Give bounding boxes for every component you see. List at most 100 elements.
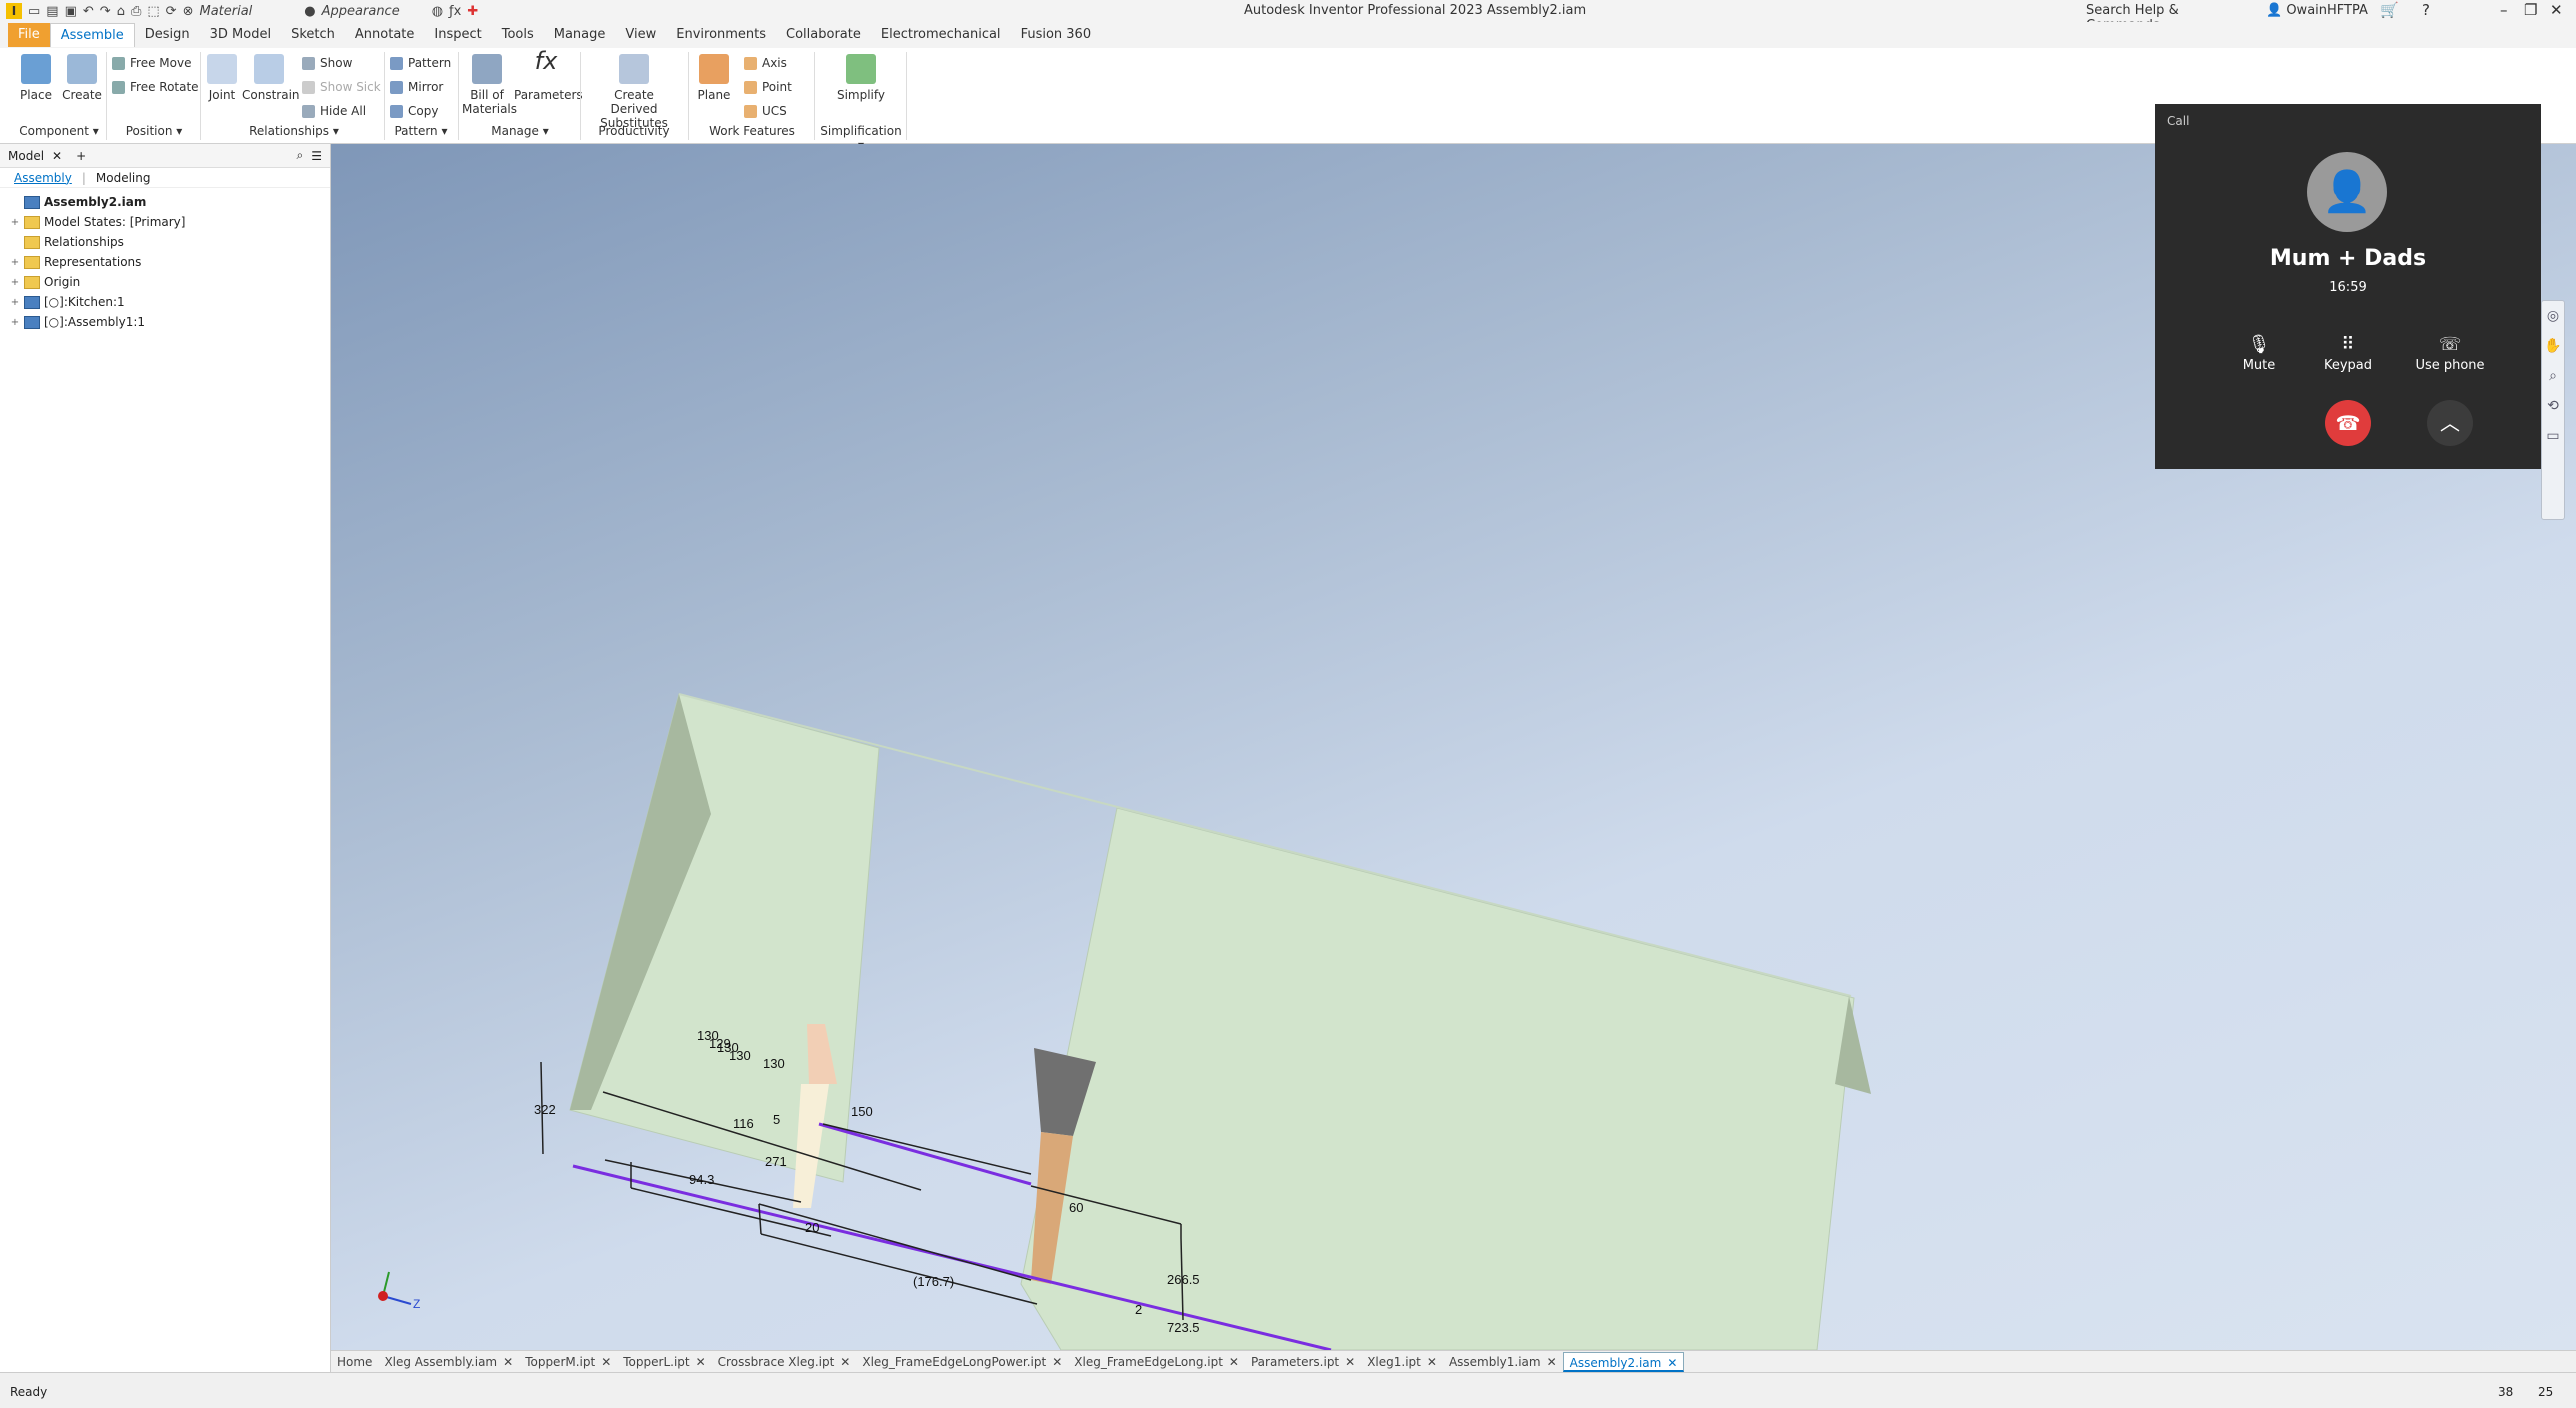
tree-root[interactable]: Assembly2.iam <box>0 192 330 212</box>
save-icon[interactable]: ▣ <box>65 4 77 19</box>
fx-icon[interactable]: ƒx <box>449 4 461 19</box>
doc-tab[interactable]: Xleg Assembly.iam ✕ <box>378 1352 519 1372</box>
hide-all-button[interactable]: Hide All <box>302 104 366 118</box>
mute-button[interactable]: 🎙 Mute <box>2219 334 2299 373</box>
tab-tools[interactable]: Tools <box>492 23 544 47</box>
cart-icon[interactable]: 🛒 <box>2380 1 2399 19</box>
group-relationships[interactable]: Relationships ▾ <box>206 124 382 138</box>
copy-button[interactable]: Copy <box>390 104 438 118</box>
tree-node[interactable]: + [○]:Assembly1:1 <box>0 312 330 332</box>
tab-file[interactable]: File <box>8 23 50 47</box>
close-tab-icon[interactable]: ✕ <box>1667 1353 1677 1370</box>
close-tab-icon[interactable]: ✕ <box>601 1352 611 1372</box>
subtab-assembly[interactable]: Assembly <box>14 171 72 185</box>
redo-icon[interactable]: ↷ <box>100 4 111 19</box>
close-browser-tab-icon[interactable]: ✕ <box>52 149 62 163</box>
point-button[interactable]: Point <box>744 80 792 94</box>
subtab-modeling[interactable]: Modeling <box>96 171 151 185</box>
open-icon[interactable]: ▤ <box>46 4 58 19</box>
doc-tab[interactable]: Assembly2.iam ✕ <box>1562 1351 1685 1372</box>
place-button[interactable]: Place <box>14 54 58 102</box>
show-button[interactable]: Show <box>302 56 352 70</box>
close-tab-icon[interactable]: ✕ <box>696 1352 706 1372</box>
browser-menu-icon[interactable]: ☰ <box>311 149 322 163</box>
expand-icon[interactable]: + <box>10 317 20 328</box>
tab-3d-model[interactable]: 3D Model <box>200 23 281 47</box>
doc-tab-home[interactable]: Home <box>331 1352 378 1372</box>
tab-design[interactable]: Design <box>135 23 200 47</box>
pattern-button[interactable]: Pattern <box>390 56 451 70</box>
orbit-icon[interactable]: ⟲ <box>2542 391 2564 421</box>
zoom-icon[interactable]: ⌕ <box>2542 361 2564 391</box>
look-at-icon[interactable]: ▭ <box>2542 421 2564 451</box>
home-icon[interactable]: ⌂ <box>117 4 125 19</box>
parameters-button[interactable]: fx Parameters <box>514 49 583 102</box>
expand-icon[interactable]: + <box>10 257 20 268</box>
close-tab-icon[interactable]: ✕ <box>503 1352 513 1372</box>
update-icon[interactable]: ⟳ <box>166 4 177 19</box>
tab-fusion-360[interactable]: Fusion 360 <box>1011 23 1102 47</box>
tree-node[interactable]: Relationships <box>0 232 330 252</box>
free-rotate-button[interactable]: Free Rotate <box>112 80 199 94</box>
add-browser-tab-icon[interactable]: + <box>76 149 86 163</box>
steering-wheel-icon[interactable]: ◎ <box>2542 301 2564 331</box>
close-tab-icon[interactable]: ✕ <box>1229 1352 1239 1372</box>
user-account[interactable]: 👤 OwainHFTPA <box>2266 3 2368 18</box>
new-icon[interactable]: ▭ <box>28 4 40 19</box>
tree-node[interactable]: + Origin <box>0 272 330 292</box>
add-icon[interactable]: ✚ <box>467 4 478 19</box>
joint-button[interactable]: Joint <box>202 54 242 102</box>
create-button[interactable]: Create <box>60 54 104 102</box>
close-tab-icon[interactable]: ✕ <box>1052 1352 1062 1372</box>
expand-icon[interactable]: + <box>10 297 20 308</box>
doc-tab[interactable]: Xleg_FrameEdgeLongPower.ipt ✕ <box>856 1352 1068 1372</box>
group-pattern[interactable]: Pattern ▾ <box>386 124 456 138</box>
close-tab-icon[interactable]: ✕ <box>840 1352 850 1372</box>
simplify-button[interactable]: Simplify <box>826 54 896 102</box>
browser-tab-model[interactable]: Model <box>8 149 44 163</box>
group-component[interactable]: Component ▾ <box>14 124 104 138</box>
tree-node[interactable]: + [○]:Kitchen:1 <box>0 292 330 312</box>
close-icon[interactable]: ✕ <box>2550 1 2563 19</box>
plane-button[interactable]: Plane <box>694 54 734 102</box>
tab-annotate[interactable]: Annotate <box>345 23 424 47</box>
expand-icon[interactable]: + <box>10 217 20 228</box>
tab-sketch[interactable]: Sketch <box>281 23 345 47</box>
tab-environments[interactable]: Environments <box>666 23 776 47</box>
close-tab-icon[interactable]: ✕ <box>1547 1352 1557 1372</box>
doc-tab[interactable]: TopperL.ipt ✕ <box>617 1352 711 1372</box>
bill-of-materials-button[interactable]: Bill of Materials <box>462 54 517 116</box>
doc-tab[interactable]: Crossbrace Xleg.ipt ✕ <box>712 1352 857 1372</box>
close-tab-icon[interactable]: ✕ <box>1427 1352 1437 1372</box>
doc-tab[interactable]: Parameters.ipt ✕ <box>1245 1352 1361 1372</box>
tab-electromechanical[interactable]: Electromechanical <box>871 23 1011 47</box>
select-icon[interactable]: ⬚ <box>147 4 159 19</box>
ucs-button[interactable]: UCS <box>744 104 787 118</box>
create-derived-substitutes-button[interactable]: Create Derived Substitutes <box>590 54 678 130</box>
pan-icon[interactable]: ✋ <box>2542 331 2564 361</box>
close-tab-icon[interactable]: ✕ <box>1345 1352 1355 1372</box>
print-icon[interactable]: ⎙ <box>131 4 141 19</box>
doc-tab[interactable]: Assembly1.iam ✕ <box>1443 1352 1563 1372</box>
tab-view[interactable]: View <box>615 23 666 47</box>
undo-icon[interactable]: ↶ <box>83 4 94 19</box>
hang-up-button[interactable]: ☎ <box>2325 400 2371 446</box>
show-sick-button[interactable]: Show Sick <box>302 80 381 94</box>
doc-tab[interactable]: TopperM.ipt ✕ <box>519 1352 617 1372</box>
tab-inspect[interactable]: Inspect <box>424 23 491 47</box>
doc-tab[interactable]: Xleg_FrameEdgeLong.ipt ✕ <box>1068 1352 1245 1372</box>
tree-node[interactable]: + Representations <box>0 252 330 272</box>
use-phone-button[interactable]: ☏ Use phone <box>2395 334 2505 373</box>
material-dropdown[interactable]: Material <box>199 4 252 19</box>
restore-icon[interactable]: ❐ <box>2524 1 2537 19</box>
free-move-button[interactable]: Free Move <box>112 56 191 70</box>
constrain-button[interactable]: Constrain <box>242 54 300 102</box>
expand-call-button[interactable]: ︿ <box>2427 400 2473 446</box>
doc-tab[interactable]: Xleg1.ipt ✕ <box>1361 1352 1443 1372</box>
expand-icon[interactable]: + <box>10 277 20 288</box>
color-icon[interactable]: ◍ <box>432 4 443 19</box>
tree-node[interactable]: + Model States: [Primary] <box>0 212 330 232</box>
axis-button[interactable]: Axis <box>744 56 787 70</box>
tab-manage[interactable]: Manage <box>544 23 616 47</box>
keypad-button[interactable]: ⠿ Keypad <box>2308 334 2388 373</box>
